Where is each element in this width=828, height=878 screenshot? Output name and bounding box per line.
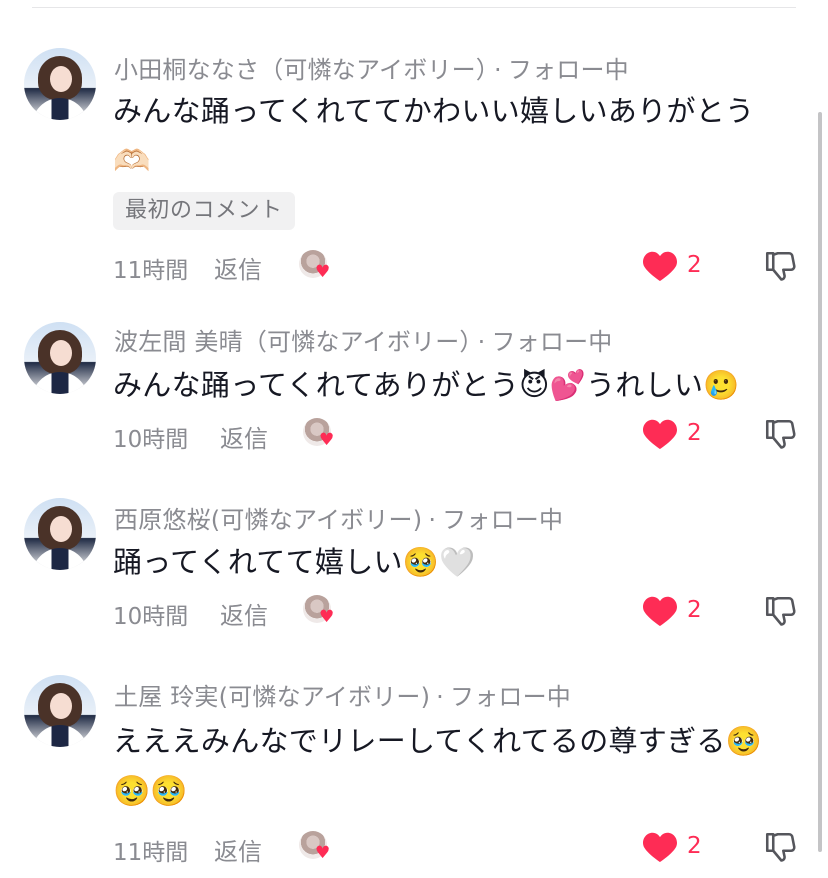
creator-liked-avatar: ♥ xyxy=(299,831,331,863)
commenter-name[interactable]: 西原悠桜(可憐なアイボリー) xyxy=(114,506,422,534)
commenter-name[interactable]: 波左間 美晴（可憐なアイボリー） xyxy=(114,328,472,356)
comment-time: 11時間 xyxy=(113,258,189,284)
like-count: 2 xyxy=(687,597,702,623)
separator-dot: · xyxy=(494,56,502,84)
avatar[interactable] xyxy=(24,48,96,120)
follow-status: フォロー中 xyxy=(442,506,564,534)
follow-status: フォロー中 xyxy=(507,56,629,84)
creator-liked-avatar: ♥ xyxy=(303,418,335,450)
comment-header: 波左間 美晴（可憐なアイボリー） · フォロー中 xyxy=(114,322,612,357)
heart-icon[interactable] xyxy=(642,249,678,283)
thumbs-down-icon[interactable] xyxy=(762,248,798,284)
heart-icon[interactable] xyxy=(642,417,678,451)
scrollbar[interactable] xyxy=(818,112,822,852)
comment-header: 西原悠桜(可憐なアイボリー) · フォロー中 xyxy=(114,500,563,535)
thumbs-down-icon[interactable] xyxy=(762,416,798,452)
reply-button[interactable]: 返信 xyxy=(220,596,268,631)
comment-text-continued: 🫶🏻 xyxy=(113,144,151,179)
reply-button[interactable]: 返信 xyxy=(214,250,262,285)
follow-status: フォロー中 xyxy=(491,328,613,356)
comment-text: えええみんなでリレーしてくれてるの尊すぎる🥹 xyxy=(113,724,763,758)
avatar[interactable] xyxy=(24,498,96,570)
first-comment-badge: 最初のコメント xyxy=(113,192,295,230)
avatar[interactable] xyxy=(24,675,96,747)
comment-text: みんな踊ってくれててかわいい嬉しいありがとう xyxy=(113,94,755,128)
comment-time: 10時間 xyxy=(113,604,189,630)
reply-button[interactable]: 返信 xyxy=(220,419,268,454)
creator-liked-avatar: ♥ xyxy=(299,250,331,282)
separator-dot: · xyxy=(428,506,437,534)
thumbs-down-icon[interactable] xyxy=(762,829,798,865)
comment-time: 10時間 xyxy=(113,427,189,453)
avatar[interactable] xyxy=(24,322,96,394)
top-divider xyxy=(32,7,796,8)
comment-text-continued: 🥹🥹 xyxy=(113,774,188,809)
like-count: 2 xyxy=(687,252,702,278)
like-count: 2 xyxy=(687,833,702,859)
heart-icon[interactable] xyxy=(642,594,678,628)
like-count: 2 xyxy=(687,420,702,446)
creator-liked-avatar: ♥ xyxy=(303,595,335,627)
commenter-name[interactable]: 小田桐ななさ（可憐なアイボリー） xyxy=(114,56,488,84)
comment-time: 11時間 xyxy=(113,840,189,866)
comment-header: 小田桐ななさ（可憐なアイボリー） · フォロー中 xyxy=(114,50,629,85)
commenter-name[interactable]: 土屋 玲実(可憐なアイボリー) xyxy=(114,683,430,711)
reply-button[interactable]: 返信 xyxy=(214,832,262,867)
separator-dot: · xyxy=(477,328,486,356)
comment-text: みんな踊ってくれてありがとう😈💕うれしい🥲 xyxy=(113,368,740,402)
thumbs-down-icon[interactable] xyxy=(762,593,798,629)
follow-status: フォロー中 xyxy=(450,683,571,711)
comment-header: 土屋 玲実(可憐なアイボリー) · フォロー中 xyxy=(114,677,571,712)
separator-dot: · xyxy=(436,683,444,711)
comment-text: 踊ってくれてて嬉しい🥹🤍 xyxy=(113,545,476,579)
heart-icon[interactable] xyxy=(642,830,678,864)
